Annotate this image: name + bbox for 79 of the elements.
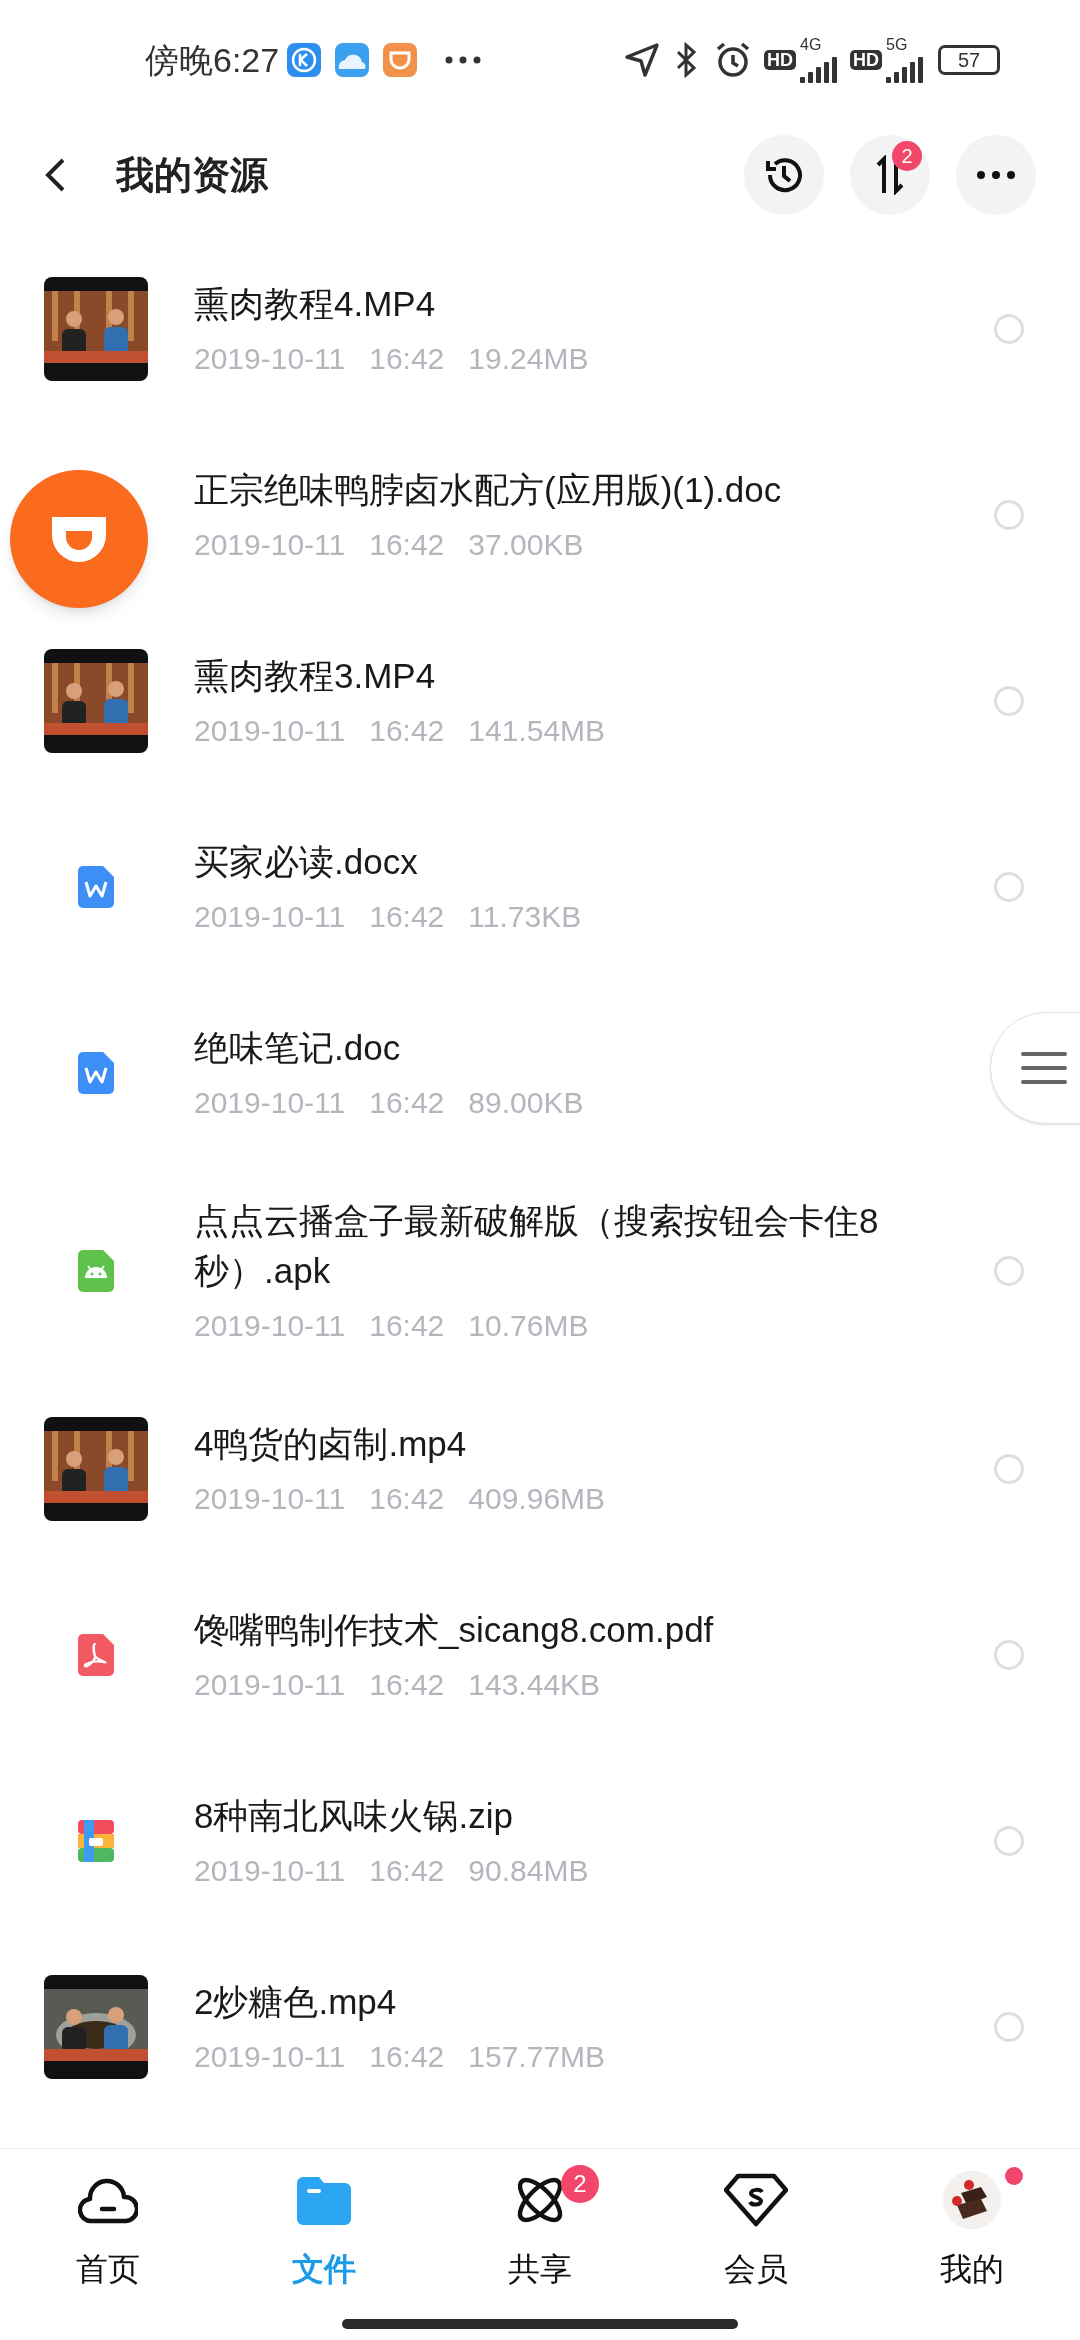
network-label: 5G <box>886 37 908 53</box>
file-date: 2019-10-11 <box>194 527 346 563</box>
k-app-icon <box>287 43 322 77</box>
notification-badge: 2 <box>892 141 922 171</box>
file-size: 11.73KB <box>468 899 582 935</box>
file-time: 16:42 <box>369 713 445 749</box>
folder-icon <box>297 2175 351 2225</box>
select-radio[interactable] <box>994 2012 1024 2042</box>
select-radio[interactable] <box>994 1454 1024 1484</box>
file-name[interactable]: 8种南北风味火锅.zip <box>194 1791 994 1841</box>
nav-tab[interactable]: 会员 <box>701 2169 811 2289</box>
transfer-button[interactable]: 2 <box>850 135 930 215</box>
file-size: 157.77MB <box>468 2039 606 2075</box>
nav-tab[interactable]: 首页 <box>53 2169 163 2289</box>
diamond-badge-icon <box>724 2173 788 2227</box>
alarm-icon <box>714 41 752 79</box>
cloud-app-icon <box>335 43 370 77</box>
file-time: 16:42 <box>369 1853 445 1889</box>
file-size: 37.00KB <box>468 527 584 563</box>
file-size: 19.24MB <box>468 341 589 377</box>
file-name[interactable]: 2炒糖色.mp4 <box>194 1977 994 2027</box>
file-date: 2019-10-11 <box>194 1308 346 1344</box>
file-time: 16:42 <box>369 899 445 935</box>
file-date: 2019-10-11 <box>194 713 346 749</box>
file-size: 90.84MB <box>468 1853 589 1889</box>
file-date: 2019-10-11 <box>194 899 346 935</box>
hd-label: HD <box>850 49 882 70</box>
select-radio[interactable] <box>994 872 1024 902</box>
zip-archive-icon <box>78 1820 114 1862</box>
word-document-icon <box>78 866 114 908</box>
file-size: 143.44KB <box>468 1667 601 1703</box>
hd-label: HD <box>764 49 796 70</box>
file-date: 2019-10-11 <box>194 2039 346 2075</box>
file-time: 16:42 <box>369 1085 445 1121</box>
more-icon <box>445 56 482 64</box>
file-date: 2019-10-11 <box>194 1085 346 1121</box>
file-name[interactable]: 点点云播盒子最新破解版（搜索按钮会卡住8秒）.apk <box>194 1196 994 1296</box>
battery-indicator: 57 <box>938 45 1000 75</box>
file-name[interactable]: 绝味笔记.doc <box>194 1023 994 1073</box>
file-time: 16:42 <box>369 341 445 377</box>
file-name[interactable]: 馋嘴鸭制作技术_sicang8.com.pdf <box>194 1605 994 1655</box>
file-time: 16:42 <box>369 1481 445 1517</box>
select-radio[interactable] <box>994 686 1024 716</box>
file-size: 141.54MB <box>468 713 606 749</box>
location-arrow-icon <box>624 42 660 78</box>
select-radio[interactable] <box>994 1826 1024 1856</box>
file-date: 2019-10-11 <box>194 341 346 377</box>
file-size: 409.96MB <box>468 1481 606 1517</box>
more-icon <box>977 171 1015 179</box>
page-title: 我的资源 <box>116 152 268 198</box>
status-time: 傍晚6:27 <box>145 39 280 81</box>
nav-tab[interactable]: 我的 <box>917 2169 1027 2289</box>
file-date: 2019-10-11 <box>194 1481 346 1517</box>
file-date: 2019-10-11 <box>194 1853 346 1889</box>
menu-icon <box>1021 1051 1067 1085</box>
select-radio[interactable] <box>994 1256 1024 1286</box>
file-time: 16:42 <box>369 1308 445 1344</box>
file-name[interactable]: 4鸭货的卤制.mp4 <box>194 1419 994 1469</box>
file-name[interactable]: 买家必读.docx <box>194 837 994 887</box>
file-time: 16:42 <box>369 1667 445 1703</box>
select-radio[interactable] <box>994 500 1024 530</box>
file-name[interactable]: 熏肉教程4.MP4 <box>194 279 994 329</box>
file-time: 16:42 <box>369 2039 445 2075</box>
file-size: 10.76MB <box>468 1308 589 1344</box>
back-icon <box>44 157 66 193</box>
file-name[interactable]: 熏肉教程3.MP4 <box>194 651 994 701</box>
file-date: 2019-10-11 <box>194 1667 346 1703</box>
side-handle-button[interactable] <box>990 1012 1080 1124</box>
file-name[interactable]: 正宗绝味鸭脖卤水配方(应用版)(1).doc <box>194 465 994 515</box>
select-radio[interactable] <box>994 314 1024 344</box>
pdf-file-icon <box>78 1634 114 1676</box>
file-time: 16:42 <box>369 527 445 563</box>
word-document-icon <box>78 1052 114 1094</box>
network-label: 4G <box>800 37 822 53</box>
cup-app-icon <box>383 43 418 77</box>
file-size: 89.00KB <box>468 1085 584 1121</box>
notification-badge: 2 <box>561 2165 599 2203</box>
android-file-icon <box>78 1250 114 1292</box>
select-radio[interactable] <box>994 1640 1024 1670</box>
